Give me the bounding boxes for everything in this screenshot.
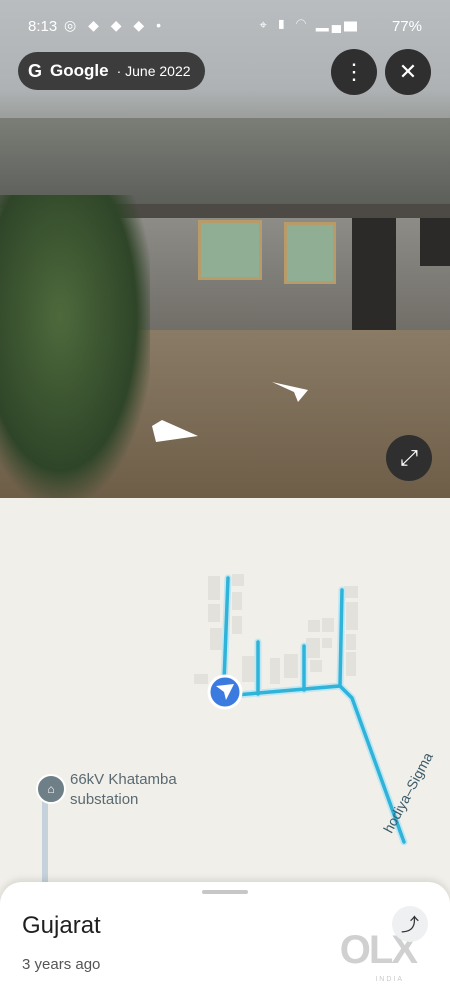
olx-watermark-sub: INDIA	[375, 976, 404, 983]
share-button[interactable]: ⤴	[392, 906, 428, 942]
notification-icons: ◎ ◆ ◆ ◆ •	[64, 17, 165, 33]
drag-handle[interactable]	[202, 890, 248, 894]
close-icon: ✕	[398, 59, 418, 84]
status-time: 8:13	[28, 18, 58, 35]
signal-icon: ⌖ ▮ ◠ ▂▄▆	[259, 17, 360, 32]
street-window	[284, 222, 336, 284]
poi-label[interactable]: 66kV Khatamba substation	[70, 770, 177, 810]
street-window	[198, 220, 262, 280]
place-subtitle: 3 years ago	[22, 956, 101, 973]
place-title: Gujarat	[22, 912, 101, 939]
street-door	[420, 218, 450, 266]
status-bar: 8:13 ◎ ◆ ◆ ◆ • ⌖ ▮ ◠ ▂▄▆ 77%	[0, 0, 450, 52]
substation-poi-icon[interactable]: ⌂	[36, 774, 66, 804]
more-options-button[interactable]: ⋮	[331, 49, 377, 95]
share-icon: ⤴	[401, 915, 419, 935]
battery-level: 77%	[391, 18, 422, 35]
close-button[interactable]: ✕	[385, 49, 431, 95]
fullscreen-button[interactable]: ⤢	[386, 435, 432, 481]
street-tree	[0, 195, 150, 498]
google-g-icon: G	[28, 60, 43, 81]
route-casing	[220, 574, 408, 846]
google-brand-label: Google	[50, 61, 109, 80]
more-vert-icon: ⋮	[343, 59, 365, 84]
navigate-forward-arrow-icon[interactable]	[270, 378, 312, 404]
route-line	[222, 576, 406, 844]
imagery-date: · June 2022	[116, 63, 191, 79]
bottom-sheet[interactable]: Gujarat 3 years ago OLX INDIA ⤴	[0, 882, 450, 998]
navigate-back-arrow-icon[interactable]	[148, 418, 202, 446]
poi-name-line1: 66kV Khatamba	[70, 771, 177, 788]
imagery-date-pill[interactable]: G Google · June 2022	[18, 52, 205, 90]
map-buildings	[194, 574, 358, 684]
street-door	[352, 218, 396, 336]
poi-name-line2: substation	[70, 791, 139, 808]
expand-icon: ⤢	[400, 445, 418, 470]
